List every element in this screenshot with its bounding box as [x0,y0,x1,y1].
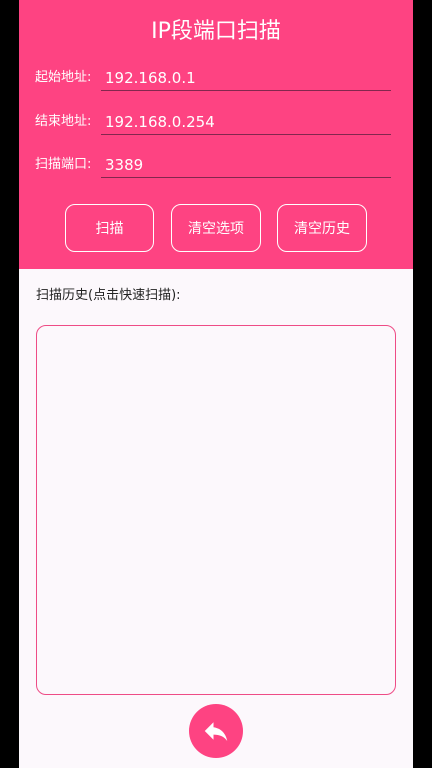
history-list[interactable] [36,325,396,695]
clear-options-button[interactable]: 清空选项 [171,204,261,252]
end-address-input[interactable] [101,109,391,135]
page-title: IP段端口扫描 [151,19,281,44]
back-button[interactable] [189,704,243,758]
start-address-label: 起始地址: [35,70,92,85]
scan-button[interactable]: 扫描 [65,204,154,252]
header-panel: IP段端口扫描 起始地址: 结束地址: 扫描端口: 扫描 清空选项 清空历史 [19,0,413,269]
scan-port-label: 扫描端口: [35,157,92,172]
start-address-input[interactable] [101,65,391,91]
app-screen: IP段端口扫描 起始地址: 结束地址: 扫描端口: 扫描 清空选项 清空历史 扫… [19,0,413,768]
reply-arrow-icon [204,722,228,741]
scan-port-input[interactable] [101,152,391,178]
end-address-label: 结束地址: [35,114,92,129]
clear-history-button[interactable]: 清空历史 [277,204,367,252]
history-label: 扫描历史(点击快速扫描): [36,288,181,303]
